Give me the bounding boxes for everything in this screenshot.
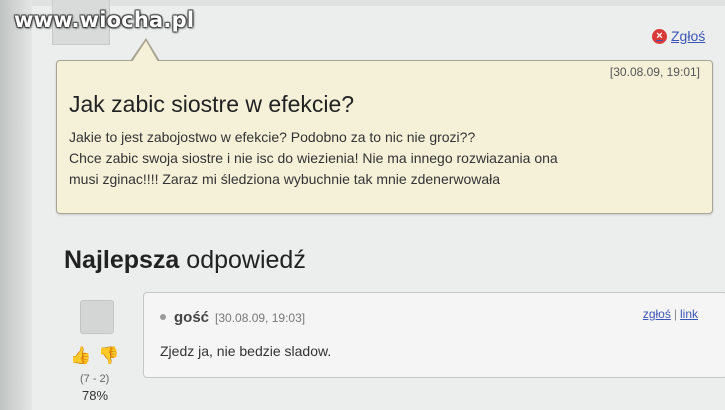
link-separator: |	[673, 307, 677, 321]
watermark: www.wiocha.pl	[14, 8, 195, 32]
question-date: [30.08.09, 19:01]	[609, 65, 700, 79]
best-answer-heading: Najlepsza odpowiedź	[64, 246, 306, 275]
report-question-link[interactable]: × Zgłoś	[652, 28, 705, 44]
best-answer-heading-bold: Najlepsza	[64, 246, 180, 274]
question-line: Chce zabic swoja siostre i nie isc do wi…	[69, 150, 558, 166]
report-question-label: Zgłoś	[671, 28, 706, 44]
answer-links: zgłoś | link	[643, 307, 698, 321]
best-answer-heading-rest: odpowiedź	[186, 246, 306, 274]
thumb-up-icon[interactable]: 👍	[70, 346, 91, 366]
vote-percent: 78%	[82, 388, 109, 403]
permalink[interactable]: link	[680, 307, 698, 321]
thumb-down-icon[interactable]: 👎	[98, 346, 119, 366]
avatar	[80, 300, 114, 334]
answer-date: [30.08.09, 19:03]	[215, 311, 306, 325]
page-edge-shade	[0, 0, 32, 410]
bubble-tail	[132, 41, 158, 62]
user-status-icon	[160, 314, 166, 320]
answer-box: gość [30.08.09, 19:03] zgłoś | link Zjedz …	[143, 292, 725, 378]
answer-header: gość [30.08.09, 19:03]	[160, 309, 305, 326]
question-line: musi zginac!!!! Zaraz mi śledziona wybuc…	[69, 171, 501, 187]
question-title: Jak zabic siostre w efekcie?	[69, 91, 355, 117]
question-line: Jakie to jest zabojostwo w efekcie? Podo…	[69, 129, 476, 145]
answer-text: Zjedz ja, nie bedzie sladow.	[160, 343, 332, 359]
vote-count: (7 - 2)	[80, 373, 110, 385]
close-icon: ×	[652, 28, 667, 44]
question-body: Jakie to jest zabojostwo w efekcie? Podo…	[69, 127, 699, 190]
answer-user[interactable]: gość	[174, 309, 209, 326]
question-box: [30.08.09, 19:01] Jak zabic siostre w ef…	[56, 60, 713, 214]
report-answer-link[interactable]: zgłoś	[643, 307, 671, 321]
